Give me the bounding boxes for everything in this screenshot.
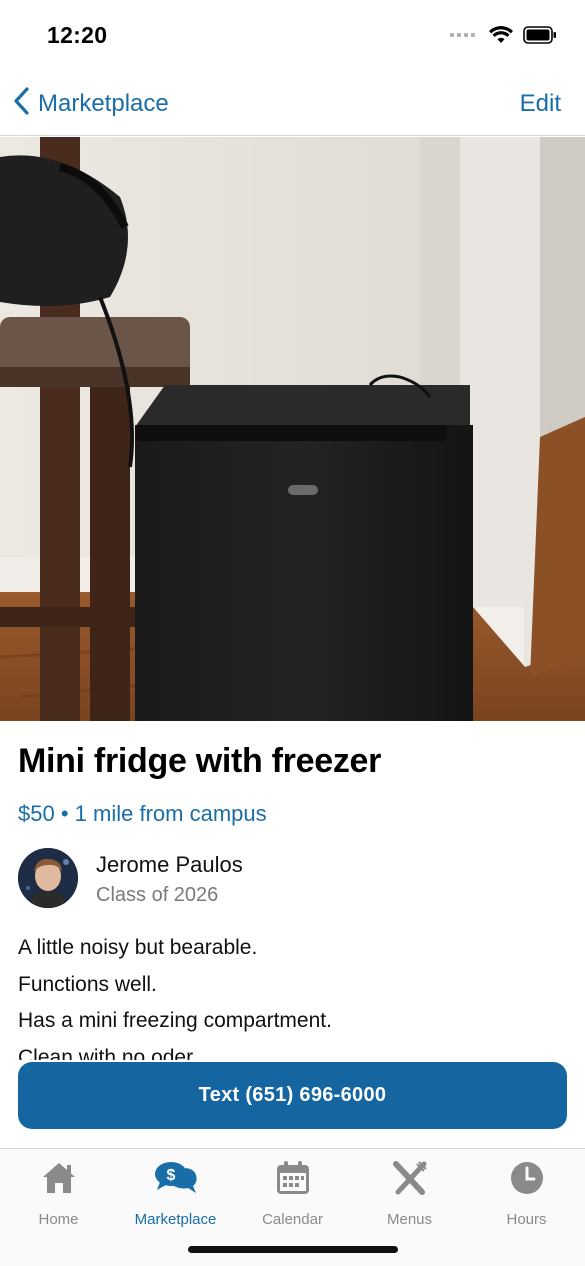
seller-class: Class of 2026 (96, 884, 219, 906)
separator-dot: • (60, 801, 69, 826)
text-seller-button[interactable]: Text (651) 696-6000 (18, 1062, 567, 1129)
tab-label: Calendar (262, 1211, 323, 1228)
description-line: Functions well. (18, 972, 157, 996)
back-label: Marketplace (38, 89, 169, 117)
chevron-left-icon (12, 86, 30, 121)
description-line: Has a mini freezing compartment. (18, 1009, 332, 1032)
tab-calendar[interactable]: Calendar (234, 1159, 351, 1233)
status-time: 12:20 (47, 22, 108, 48)
listing-distance: 1 mile from campus (74, 801, 267, 826)
navigation-bar: Marketplace Edit (0, 72, 585, 136)
description-line: A little noisy but bearable. (18, 936, 258, 959)
description-line: Clean with no oder. (18, 1045, 198, 1061)
calendar-icon (276, 1159, 310, 1197)
tab-menus[interactable]: Menus (351, 1159, 468, 1233)
tab-label: Marketplace (134, 1211, 217, 1228)
listing-price: $50 (18, 801, 55, 826)
price-distance-line: $50 • 1 mile from campus (18, 801, 267, 827)
tab-label: Home (38, 1211, 79, 1228)
battery-icon (523, 26, 557, 44)
seller-info[interactable]: Jerome Paulos Class of 2026 (18, 848, 558, 910)
tab-hours[interactable]: Hours (468, 1159, 585, 1233)
signal-icon (450, 33, 475, 37)
status-bar: 12:20 (0, 0, 585, 72)
tab-marketplace[interactable]: $ Marketplace (117, 1159, 234, 1233)
listing-photo (0, 137, 585, 721)
status-icons (450, 26, 557, 44)
listing-description: A little noisy but bearable. Functions w… (18, 930, 568, 1060)
wifi-icon (489, 26, 513, 44)
fork-knife-icon (392, 1159, 428, 1197)
back-button[interactable]: Marketplace (12, 86, 169, 121)
avatar (18, 848, 78, 908)
house-icon (41, 1159, 77, 1197)
listing-title: Mini fridge with freezer (18, 742, 382, 780)
tab-home[interactable]: Home (0, 1159, 117, 1233)
tab-label: Menus (386, 1211, 433, 1228)
clock-icon (510, 1159, 544, 1197)
svg-text:$: $ (166, 1167, 175, 1184)
chat-dollar-icon: $ (154, 1159, 198, 1197)
home-indicator[interactable] (188, 1246, 398, 1253)
tab-label: Hours (506, 1211, 547, 1228)
edit-button[interactable]: Edit (520, 90, 561, 118)
seller-name: Jerome Paulos (96, 852, 243, 877)
